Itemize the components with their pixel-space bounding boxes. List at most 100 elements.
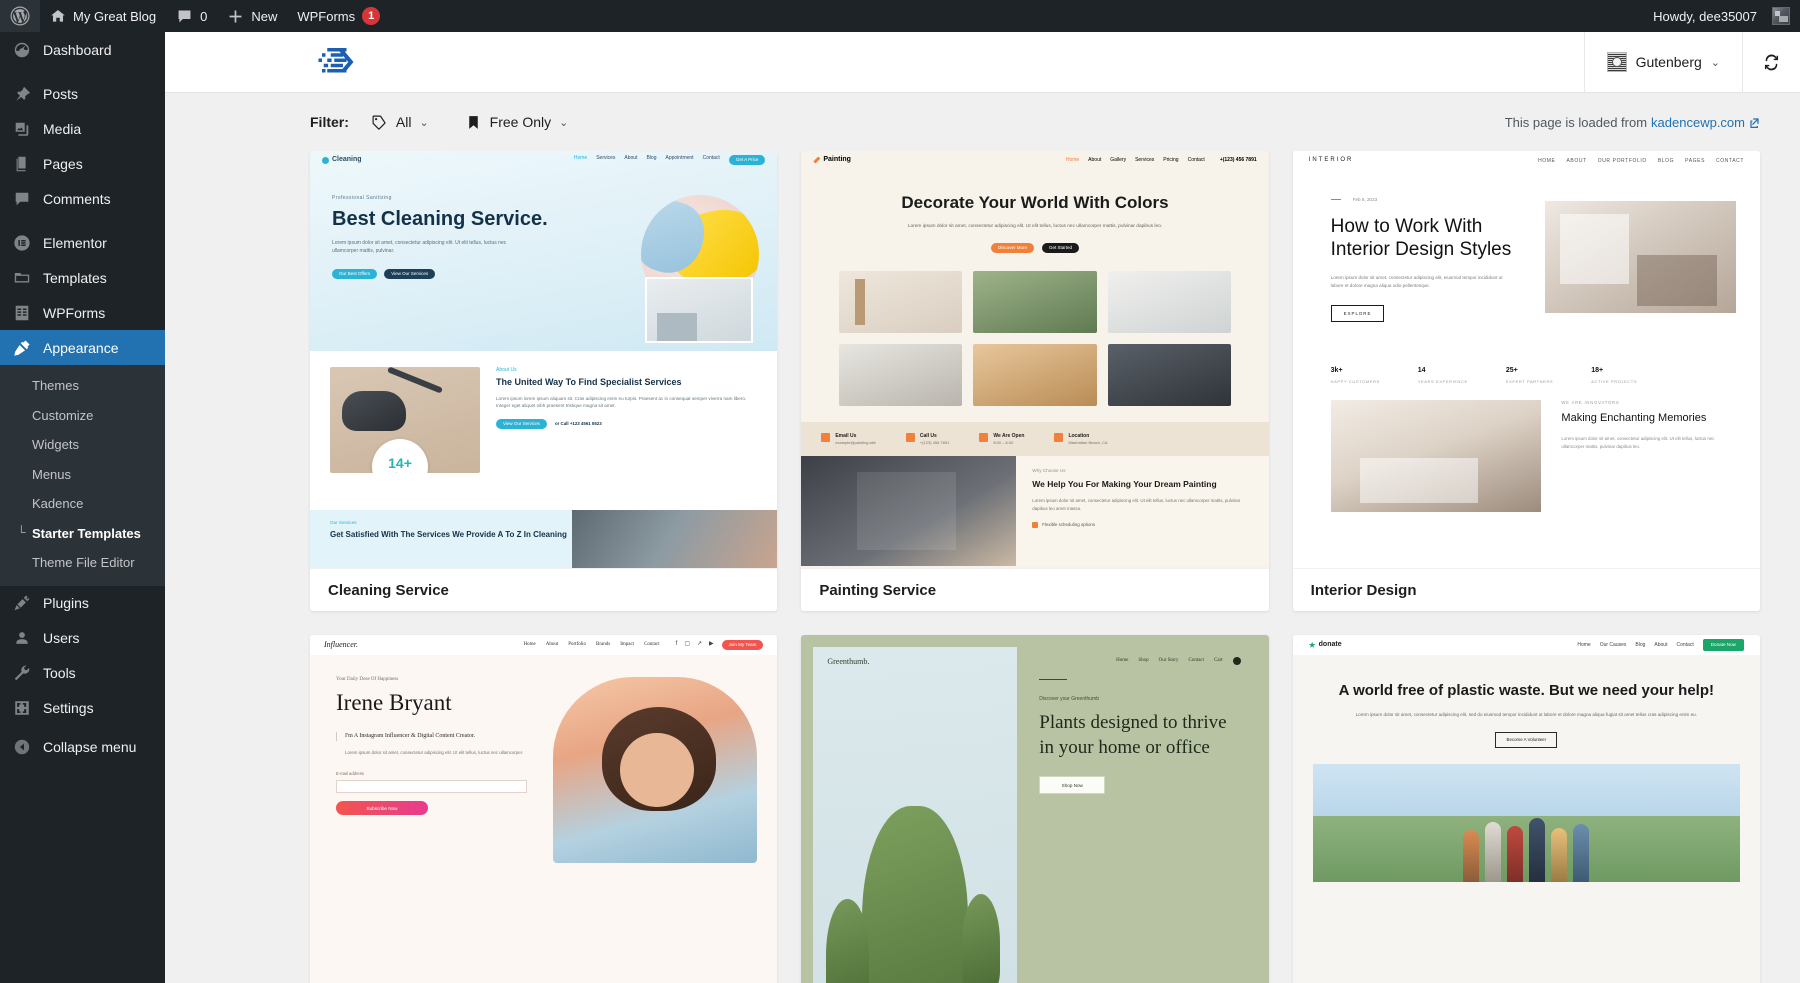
- form-icon: [12, 303, 32, 323]
- mockup-heading: How to Work With Interior Design Styles: [1330, 215, 1512, 261]
- mockup-cta: Get A Price: [728, 155, 766, 165]
- submenu-label: Customize: [32, 407, 94, 423]
- menu-separator: [0, 67, 165, 76]
- sidebar-item-appearance[interactable]: Appearance: [0, 330, 165, 365]
- site-name-menu[interactable]: My Great Blog: [40, 0, 166, 32]
- page-builder-selector[interactable]: Gutenberg ⌄: [1583, 32, 1742, 93]
- mockup-nav: Painting Home About Gallery Services Pri…: [801, 151, 1268, 169]
- sidebar-item-wpforms[interactable]: WPForms: [0, 295, 165, 330]
- sidebar-item-comments[interactable]: Comments: [0, 181, 165, 216]
- sidebar-item-posts[interactable]: Posts: [0, 76, 165, 111]
- sidebar-item-label: Settings: [43, 700, 94, 717]
- bookmark-icon: [468, 115, 478, 129]
- external-link-icon: [1750, 117, 1759, 128]
- experience-badge: 14+ Years Of Experience: [372, 439, 428, 473]
- submenu-item-menus[interactable]: Menus: [0, 460, 165, 490]
- mockup-kicker: Your Daily Dose Of Happiness: [336, 677, 399, 682]
- submenu-label: Kadence: [32, 496, 84, 512]
- template-card[interactable]: donate Home Our Causes Blog About Contac…: [1292, 635, 1760, 983]
- stat-item: 25+ EXPERT PARTNERS: [1505, 367, 1554, 384]
- filter-label: Filter:: [310, 114, 349, 130]
- template-title: Painting Service: [801, 568, 1269, 611]
- sidebar-item-label: Tools: [43, 665, 76, 682]
- mockup-kicker: Professional Sanitizing: [332, 195, 392, 201]
- template-card[interactable]: Influencer. Home About Portfolio Brands …: [310, 635, 778, 983]
- mockup-heading: Best Cleaning Service.: [332, 208, 548, 231]
- mockup-button: EXPLORE: [1330, 304, 1385, 323]
- mockup-meta: Feb 6, 2023: [1330, 197, 1545, 203]
- template-card[interactable]: Greenthumb. Home Shop Our Story Contact …: [801, 635, 1269, 983]
- volunteers-photo: [1312, 764, 1740, 883]
- sidebar-item-tools[interactable]: Tools: [0, 656, 165, 691]
- page-builder-label: Gutenberg: [1635, 54, 1702, 70]
- new-content-menu[interactable]: New: [217, 0, 287, 32]
- submenu-item-themes[interactable]: Themes: [0, 371, 165, 401]
- elementor-icon: [12, 233, 32, 253]
- price-filter-dropdown[interactable]: Free Only ⌄: [465, 114, 568, 131]
- collapse-menu-button[interactable]: Collapse menu: [0, 730, 165, 765]
- mockup-social-icons: f ▢ ↗ ▶: [676, 641, 714, 649]
- sidebar-item-label: Users: [43, 630, 80, 647]
- mockup-subheading: I'm A Instagram Influencer & Digital Con…: [336, 732, 553, 741]
- sidebar-item-pages[interactable]: Pages: [0, 146, 165, 181]
- mockup-nav: INTERIOR HOME ABOUT OUR PORTFOLIO BLOG P…: [1293, 151, 1760, 171]
- sidebar-item-label: Dashboard: [43, 41, 112, 58]
- sidebar-item-media[interactable]: Media: [0, 111, 165, 146]
- sidebar-item-settings[interactable]: Settings: [0, 691, 165, 726]
- mockup-cta: Join My Team: [721, 640, 764, 650]
- folder-icon: [12, 268, 32, 288]
- mockup-body: Lorem ipsum dolor sit amet, consectetur …: [332, 240, 507, 255]
- gallery-image: [1107, 343, 1231, 406]
- submenu-item-customize[interactable]: Customize: [0, 401, 165, 431]
- collapse-menu-label: Collapse menu: [43, 739, 137, 756]
- template-card[interactable]: Cleaning Home Services About Blog Appoin…: [310, 151, 778, 611]
- mockup-brand-label: donate: [1309, 641, 1342, 650]
- admin-sidebar-menu: Dashboard Posts Media Pages Comments Ele…: [0, 32, 165, 983]
- wp-logo-menu[interactable]: [0, 0, 40, 32]
- sidebar-item-dashboard[interactable]: Dashboard: [0, 32, 165, 67]
- wordpress-logo-icon: [10, 6, 30, 26]
- howdy-label: Howdy, dee35007: [1653, 8, 1757, 24]
- sidebar-item-label: WPForms: [43, 304, 106, 321]
- template-card[interactable]: INTERIOR HOME ABOUT OUR PORTFOLIO BLOG P…: [1292, 151, 1760, 611]
- loaded-from-notice: This page is loaded from kadencewp.com: [1505, 115, 1760, 130]
- refresh-button[interactable]: [1742, 32, 1800, 93]
- submenu-item-theme-file-editor[interactable]: Theme File Editor: [0, 548, 165, 578]
- comments-count: 0: [200, 8, 208, 24]
- kadencewp-link[interactable]: kadencewp.com: [1651, 115, 1745, 130]
- cart-label: Cart: [1214, 657, 1223, 663]
- mockup-info-strip: Email Us example@painting.site Call Us +(1…: [801, 421, 1269, 456]
- mockup-nav: donate Home Our Causes Blog About Contac…: [1292, 635, 1760, 655]
- wpforms-menu[interactable]: WPForms 1: [287, 0, 390, 32]
- sidebar-item-users[interactable]: Users: [0, 621, 165, 656]
- mockup-hero: Feb 6, 2023 How to Work With Interior De…: [1293, 171, 1760, 361]
- mockup-nav-links: Home Services About Blog Appointment Con…: [574, 155, 766, 165]
- mockup-brand: Painting: [813, 156, 851, 165]
- mockup-hero: Cleaning Home Services About Blog Appoin…: [310, 151, 778, 351]
- submenu-item-kadence[interactable]: Kadence: [0, 489, 165, 519]
- my-account-menu[interactable]: Howdy, dee35007: [1643, 0, 1800, 32]
- category-filter-dropdown[interactable]: All ⌄: [371, 114, 429, 131]
- sidebar-item-label: Posts: [43, 85, 79, 102]
- submenu-label: Starter Templates: [32, 525, 141, 541]
- filter-bar: Filter: All ⌄ Free Only ⌄ This page is l…: [165, 93, 1800, 151]
- location-pin-icon: [1054, 433, 1064, 443]
- info-item: Location Manhattan Beach, CA: [1054, 433, 1108, 445]
- comments-bubble[interactable]: 0: [166, 0, 217, 32]
- plus-icon: [229, 10, 242, 22]
- template-preview: Painting Home About Gallery Services Pri…: [801, 151, 1269, 568]
- gallery-image: [973, 270, 1097, 333]
- youtube-icon: ▶: [709, 641, 714, 648]
- wrench-icon: [12, 663, 32, 683]
- sidebar-item-templates[interactable]: Templates: [0, 260, 165, 295]
- donate-mockup: donate Home Our Causes Blog About Contac…: [1292, 635, 1760, 983]
- mockup-body: Lorem ipsum dolor sit amet, consectetur …: [1355, 711, 1698, 717]
- submenu-item-starter-templates[interactable]: Starter Templates: [0, 519, 165, 549]
- submenu-item-widgets[interactable]: Widgets: [0, 430, 165, 460]
- mockup-nav-links: Home About Gallery Services Pricing Cont…: [1065, 156, 1257, 163]
- sidebar-item-plugins[interactable]: Plugins: [0, 586, 165, 621]
- stat-item: 3k+ HAPPY CUSTOMERS: [1330, 367, 1380, 384]
- template-card[interactable]: Painting Home About Gallery Services Pri…: [801, 151, 1269, 611]
- sidebar-item-elementor[interactable]: Elementor: [0, 225, 165, 260]
- admin-bar: My Great Blog 0 New WPForms 1 Howdy, dee…: [0, 0, 1800, 32]
